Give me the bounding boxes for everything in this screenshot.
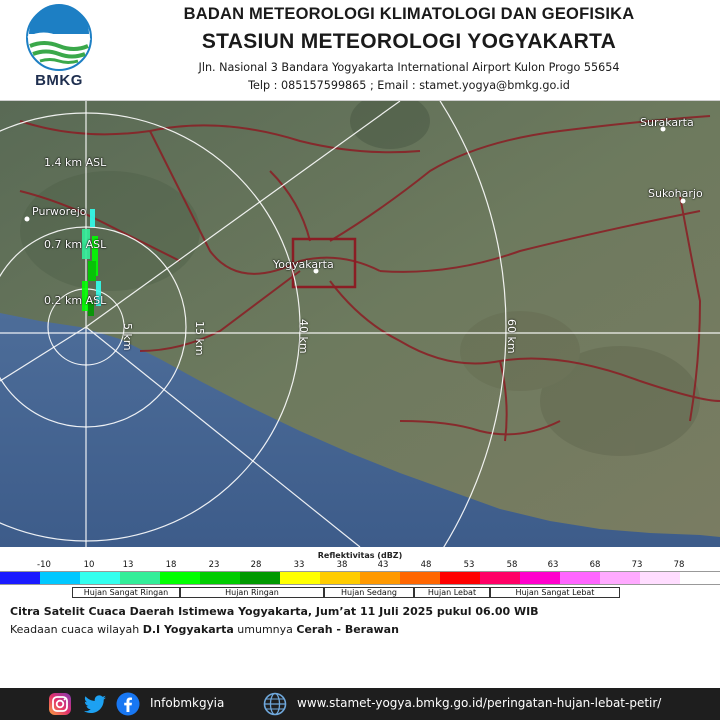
legend-swatch — [40, 572, 80, 584]
legend-swatch — [360, 572, 400, 584]
radar-map-canvas — [0, 101, 720, 547]
range-label-5km: 5 km — [121, 323, 134, 351]
instagram-icon[interactable] — [48, 692, 72, 716]
legend-tick: 63 — [547, 560, 559, 570]
altitude-label-0-7km: 0.7 km ASL — [44, 238, 107, 251]
altitude-label-0-2km: 0.2 km ASL — [44, 294, 107, 307]
website-link[interactable]: www.stamet-yogya.bmkg.go.id/peringatan-h… — [297, 696, 661, 710]
agency-name: BADAN METEOROLOGI KLIMATOLOGI DAN GEOFIS… — [183, 5, 635, 23]
summary-condition: Cerah - Berawan — [296, 623, 399, 636]
legend-category-moderate-rain: Hujan Sedang — [324, 587, 414, 598]
legend-swatch — [400, 572, 440, 584]
legend-tick: 58 — [506, 560, 518, 570]
legend-category-light-rain: Hujan Ringan — [180, 587, 324, 598]
legend-tick: 53 — [463, 560, 475, 570]
legend-tick: 43 — [377, 560, 389, 570]
legend-swatch — [480, 572, 520, 584]
legend-swatch — [440, 572, 480, 584]
logo-text: BMKG — [35, 72, 83, 89]
legend-tick: 33 — [293, 560, 305, 570]
header: BMKG BADAN METEOROLOGI KLIMATOLOGI DAN G… — [0, 0, 720, 101]
legend-swatch — [680, 572, 720, 584]
bmkg-logo: BMKG — [24, 4, 94, 96]
legend-tick: 38 — [336, 560, 348, 570]
globe-icon[interactable] — [262, 692, 288, 716]
legend-tick: 13 — [122, 560, 134, 570]
bmkg-logo-emblem — [26, 4, 92, 71]
weather-summary: Keadaan cuaca wilayah D.I Yogyakarta umu… — [10, 623, 399, 636]
facebook-icon[interactable] — [116, 692, 140, 716]
legend-tick: 68 — [589, 560, 601, 570]
legend-tick: 23 — [208, 560, 220, 570]
legend-category-very-light-rain: Hujan Sangat Ringan — [72, 587, 180, 598]
range-label-60km: 60 km — [505, 319, 518, 354]
station-name: STASIUN METEOROLOGI YOGYAKARTA — [201, 30, 617, 53]
social-handle[interactable]: Infobmkgyia — [150, 696, 224, 710]
legend-swatch — [320, 572, 360, 584]
legend-swatch — [120, 572, 160, 584]
footer: Infobmkgyia www.stamet-yogya.bmkg.go.id/… — [0, 688, 720, 720]
legend-color-bar — [0, 571, 720, 585]
legend-title: Reflektivitas (dBZ) — [317, 551, 403, 560]
legend-ticks: -10 10 13 18 23 28 33 38 43 48 53 58 63 … — [0, 560, 720, 571]
legend-swatch — [80, 572, 120, 584]
legend-swatch — [520, 572, 560, 584]
station-address: Jln. Nasional 3 Bandara Yogyakarta Inter… — [198, 61, 620, 74]
image-caption: Citra Satelit Cuaca Daerah Istimewa Yogy… — [10, 605, 539, 618]
summary-region: D.I Yogyakarta — [142, 623, 234, 636]
legend-tick: 28 — [250, 560, 262, 570]
twitter-icon[interactable] — [82, 692, 108, 716]
place-label-surakarta: Surakarta — [640, 116, 694, 129]
range-label-40km: 40 km — [297, 319, 310, 354]
station-contact: Telp : 085157599865 ; Email : stamet.yog… — [248, 79, 570, 92]
legend-tick: -10 — [37, 560, 51, 570]
reflectivity-legend: Reflektivitas (dBZ) -10 10 13 18 23 28 3… — [0, 549, 720, 601]
legend-swatch — [240, 572, 280, 584]
summary-prefix: Keadaan cuaca wilayah — [10, 623, 143, 636]
legend-tick: 73 — [631, 560, 643, 570]
legend-swatch — [280, 572, 320, 584]
legend-category-very-heavy-rain: Hujan Sangat Lebat — [490, 587, 620, 598]
place-label-purworejo: Purworejo — [32, 205, 87, 218]
legend-swatch — [160, 572, 200, 584]
altitude-label-1-4km: 1.4 km ASL — [44, 156, 107, 169]
place-label-sukoharjo: Sukoharjo — [648, 187, 703, 200]
legend-tick: 78 — [673, 560, 685, 570]
radar-map: Surakarta Sukoharjo Purworejo Yogyakarta… — [0, 101, 720, 547]
range-label-15km: 15 km — [193, 321, 206, 356]
legend-swatch — [600, 572, 640, 584]
legend-swatch — [640, 572, 680, 584]
legend-tick: 18 — [165, 560, 177, 570]
place-label-yogyakarta: Yogyakarta — [273, 258, 334, 271]
legend-category-heavy-rain: Hujan Lebat — [414, 587, 490, 598]
legend-swatch — [200, 572, 240, 584]
legend-swatch — [560, 572, 600, 584]
legend-tick: 10 — [83, 560, 95, 570]
legend-swatch — [0, 572, 40, 584]
summary-mid: umumnya — [233, 623, 297, 636]
legend-tick: 48 — [420, 560, 432, 570]
